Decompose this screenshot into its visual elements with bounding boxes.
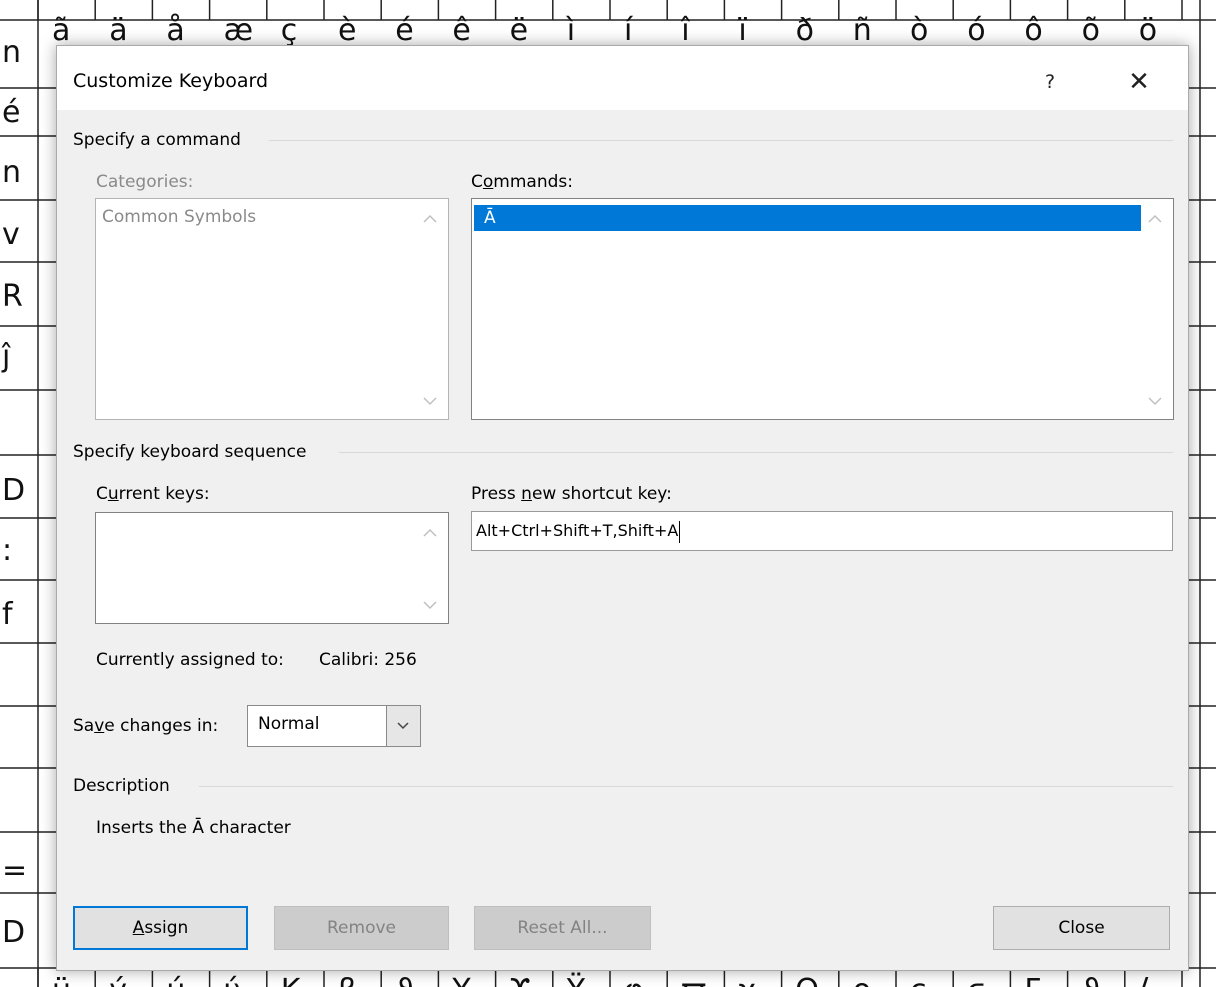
bg-symbol: ô — [1024, 13, 1042, 48]
specify-command-heading: Specify a command — [73, 130, 241, 150]
save-changes-selected-value: Normal — [258, 714, 320, 734]
close-icon[interactable]: ✕ — [1117, 64, 1161, 100]
bg-symbol: ύ — [224, 973, 241, 987]
current-keys-listbox[interactable] — [95, 512, 449, 624]
bg-symbol: Κ — [281, 973, 302, 987]
bg-symbol: í — [624, 13, 634, 48]
bg-symbol: ê — [452, 13, 470, 48]
bg-symbol: φ — [624, 973, 644, 987]
bg-symbol: ý — [109, 973, 127, 987]
keyboard-sequence-heading: Specify keyboard sequence — [73, 442, 307, 462]
bg-symbol: D — [2, 915, 25, 950]
scroll-up-icon[interactable] — [422, 525, 438, 541]
bg-symbol: ï — [737, 13, 747, 48]
assign-button[interactable]: Assign — [73, 906, 248, 950]
bg-symbol: é — [395, 13, 413, 48]
bg-symbol: ð — [796, 13, 814, 48]
bg-symbol: î — [680, 13, 690, 48]
bg-symbol: f — [2, 597, 14, 632]
section-divider — [199, 786, 1173, 787]
bg-symbol: : — [2, 533, 12, 568]
close-button[interactable]: Close — [993, 906, 1170, 950]
category-item-common-symbols[interactable]: Common Symbols — [102, 207, 256, 227]
section-divider — [339, 452, 1173, 453]
bg-symbol: è — [338, 13, 356, 48]
bg-symbol: ç — [281, 13, 298, 48]
scroll-down-icon[interactable] — [422, 393, 438, 409]
customize-keyboard-dialog: Customize Keyboard ? ✕ Specify a command… — [56, 45, 1189, 971]
bg-symbol: ü — [52, 973, 71, 987]
bg-symbol: ñ — [853, 13, 872, 48]
current-keys-label: Current keys: — [96, 484, 210, 504]
dialog-title: Customize Keyboard — [73, 70, 269, 92]
bg-symbol: å — [166, 13, 184, 48]
currently-assigned-value: Calibri: 256 — [319, 650, 417, 670]
scroll-up-icon[interactable] — [422, 211, 438, 227]
new-shortcut-input[interactable]: Alt+Ctrl+Shift+T,Shift+A — [471, 511, 1173, 551]
bg-symbol: ä — [109, 13, 127, 48]
commands-label: Commands: — [471, 172, 573, 192]
bg-symbol: χ — [738, 973, 755, 987]
bg-symbol: ϖ — [681, 973, 706, 987]
commands-listbox[interactable]: Ā — [471, 198, 1174, 420]
bg-symbol: ì — [566, 13, 575, 48]
bg-symbol: ς — [910, 973, 928, 987]
bg-symbol: ĵ — [1, 339, 11, 374]
bg-symbol: ϑ — [1082, 973, 1101, 987]
bg-symbol: é — [2, 95, 20, 130]
text-caret — [679, 520, 681, 543]
bg-symbol: D — [2, 473, 25, 508]
bg-symbol: ú — [166, 973, 185, 987]
save-changes-label: Save changes in: — [73, 716, 219, 736]
bg-symbol: æ — [224, 13, 253, 48]
description-text: Inserts the Ā character — [96, 818, 291, 838]
bg-symbol: Υ — [451, 973, 471, 987]
bg-symbol: = — [2, 853, 27, 888]
scroll-down-icon[interactable] — [422, 597, 438, 613]
dropdown-button[interactable] — [386, 706, 420, 746]
bg-symbol: n — [2, 35, 21, 70]
reset-all-button[interactable]: Reset All... — [474, 906, 651, 950]
bg-symbol: ò — [910, 13, 928, 48]
bg-symbol: ë — [510, 13, 528, 48]
command-item-selected[interactable]: Ā — [474, 205, 1141, 231]
chevron-down-icon — [397, 722, 409, 730]
save-changes-select[interactable]: Normal — [247, 705, 421, 747]
section-divider — [269, 140, 1173, 141]
help-button[interactable]: ? — [1030, 64, 1070, 100]
bg-symbol: ο — [853, 973, 871, 987]
bg-symbol: ϑ — [395, 973, 414, 987]
currently-assigned-label: Currently assigned to: — [96, 650, 284, 670]
bg-symbol: Ω — [796, 973, 819, 987]
description-heading: Description — [73, 776, 170, 796]
bg-symbol: Ϋ — [566, 972, 586, 987]
categories-listbox[interactable]: Common Symbols — [95, 198, 449, 420]
bg-symbol: β — [338, 973, 357, 987]
bg-symbol: õ — [1082, 13, 1100, 48]
bg-symbol: ã — [52, 13, 70, 48]
press-new-shortcut-label: Press new shortcut key: — [471, 484, 672, 504]
dialog-titlebar: Customize Keyboard ? ✕ — [57, 46, 1188, 110]
bg-symbol: ϟ — [1139, 973, 1159, 987]
bg-symbol: ϛ — [967, 973, 985, 987]
bg-symbol: n — [2, 155, 21, 190]
bg-symbol: ó — [967, 13, 985, 48]
scroll-up-icon[interactable] — [1147, 211, 1163, 227]
bg-symbol: ϒ — [510, 973, 531, 987]
bg-symbol: v — [2, 217, 20, 252]
scroll-down-icon[interactable] — [1147, 393, 1163, 409]
categories-label: Categories: — [96, 172, 194, 192]
bg-symbol: Ϝ — [1024, 973, 1041, 987]
remove-button[interactable]: Remove — [274, 906, 449, 950]
bg-symbol: ö — [1139, 13, 1157, 48]
bg-symbol: R — [2, 279, 23, 314]
